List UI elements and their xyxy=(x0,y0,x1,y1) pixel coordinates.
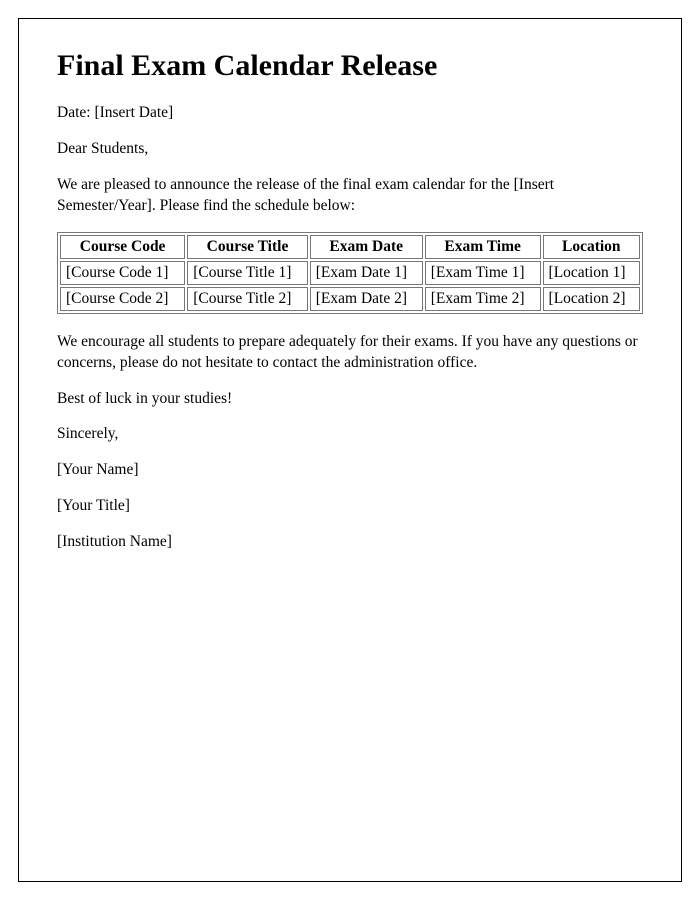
intro-paragraph: We are pleased to announce the release o… xyxy=(57,175,643,217)
signer-title: [Your Title] xyxy=(57,496,643,517)
date-line: Date: [Insert Date] xyxy=(57,103,643,124)
table-header-row: Course Code Course Title Exam Date Exam … xyxy=(60,235,640,259)
signer-name: [Your Name] xyxy=(57,460,643,481)
header-course-title: Course Title xyxy=(187,235,308,259)
cell-course-code: [Course Code 1] xyxy=(60,261,185,285)
table-row: [Course Code 2] [Course Title 2] [Exam D… xyxy=(60,287,640,311)
cell-exam-date: [Exam Date 1] xyxy=(310,261,423,285)
closing-line: Sincerely, xyxy=(57,424,643,445)
cell-exam-time: [Exam Time 1] xyxy=(425,261,541,285)
header-location: Location xyxy=(543,235,640,259)
header-course-code: Course Code xyxy=(60,235,185,259)
cell-course-title: [Course Title 1] xyxy=(187,261,308,285)
cell-course-code: [Course Code 2] xyxy=(60,287,185,311)
encourage-paragraph: We encourage all students to prepare ade… xyxy=(57,332,643,374)
cell-location: [Location 1] xyxy=(543,261,640,285)
document-page: Final Exam Calendar Release Date: [Inser… xyxy=(18,18,682,882)
institution-name: [Institution Name] xyxy=(57,532,643,553)
cell-exam-time: [Exam Time 2] xyxy=(425,287,541,311)
salutation: Dear Students, xyxy=(57,139,643,160)
page-title: Final Exam Calendar Release xyxy=(57,49,643,83)
header-exam-time: Exam Time xyxy=(425,235,541,259)
header-exam-date: Exam Date xyxy=(310,235,423,259)
cell-location: [Location 2] xyxy=(543,287,640,311)
exam-schedule-table: Course Code Course Title Exam Date Exam … xyxy=(57,232,643,314)
cell-exam-date: [Exam Date 2] xyxy=(310,287,423,311)
goodluck-line: Best of luck in your studies! xyxy=(57,389,643,410)
table-row: [Course Code 1] [Course Title 1] [Exam D… xyxy=(60,261,640,285)
cell-course-title: [Course Title 2] xyxy=(187,287,308,311)
